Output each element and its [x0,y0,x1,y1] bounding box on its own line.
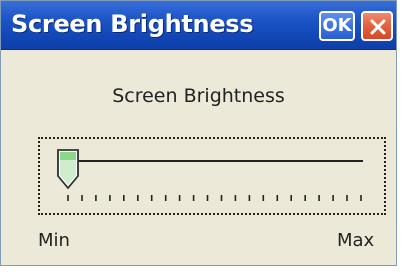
slider-thumb-icon [57,149,79,190]
slider-min-label: Min [38,230,70,251]
slider-max-label: Max [337,230,375,251]
brightness-window: Screen Brightness OK Screen Brightness M… [0,0,397,266]
slider-thumb[interactable] [56,148,80,194]
